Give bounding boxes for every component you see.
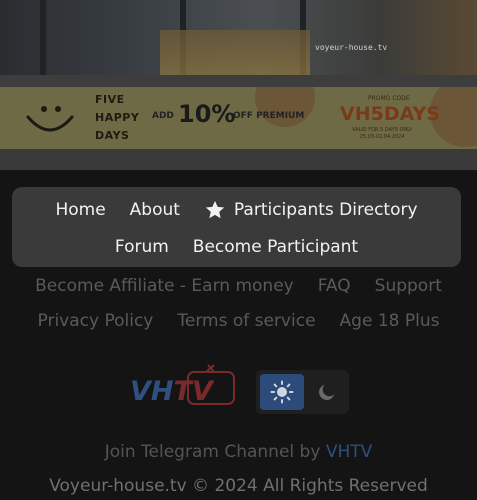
banner-promo-code: VH5DAYS bbox=[340, 103, 440, 125]
nav-participants-directory[interactable]: Participants Directory bbox=[204, 199, 418, 221]
banner-off: OFF PREMIUM bbox=[233, 111, 305, 121]
footer-age[interactable]: Age 18 Plus bbox=[340, 311, 440, 331]
nav-participants-directory-label: Participants Directory bbox=[233, 200, 418, 220]
nav-row: Home About Participants Directory bbox=[12, 199, 461, 221]
nav-become-participant[interactable]: Become Participant bbox=[193, 237, 358, 257]
banner-headline-line: DAYS bbox=[95, 129, 130, 142]
star-icon bbox=[205, 200, 225, 219]
nav-forum[interactable]: Forum bbox=[115, 237, 169, 257]
video-scene-floor bbox=[160, 30, 310, 75]
nav-home[interactable]: Home bbox=[55, 200, 105, 220]
nav-about[interactable]: About bbox=[130, 200, 180, 220]
smiley-icon bbox=[26, 106, 74, 132]
banner-validity-line: VALID FOR 5 DAYS ONLY bbox=[352, 127, 413, 133]
light-theme-button[interactable] bbox=[260, 374, 304, 410]
nav-row: Forum Become Participant bbox=[12, 237, 461, 257]
divider bbox=[0, 149, 477, 170]
vhtv-logo-text: VHTV bbox=[130, 376, 215, 407]
banner-headline-line: FIVE bbox=[95, 93, 125, 106]
footer-support[interactable]: Support bbox=[375, 276, 442, 296]
divider bbox=[0, 75, 477, 87]
tv-antenna-icon bbox=[205, 364, 215, 373]
footer-links: Become Affiliate - Earn money FAQ Suppor… bbox=[0, 276, 477, 296]
banner-percent: 10% bbox=[178, 100, 236, 128]
footer-faq[interactable]: FAQ bbox=[318, 276, 351, 296]
footer-terms[interactable]: Terms of service bbox=[177, 311, 315, 331]
video-frame[interactable]: voyeur-house.tv bbox=[0, 0, 477, 75]
moon-icon bbox=[318, 384, 334, 400]
banner-validity-line: 25.03-02.04.2024 bbox=[359, 134, 405, 140]
footer-links: Privacy Policy Terms of service Age 18 P… bbox=[0, 311, 477, 331]
video-watermark: voyeur-house.tv bbox=[315, 43, 388, 52]
promo-banner[interactable]: FIVE HAPPY DAYS ADD 10% OFF PREMIUM PROM… bbox=[0, 87, 477, 149]
theme-toggle bbox=[256, 370, 349, 414]
telegram-link[interactable]: VHTV bbox=[326, 442, 372, 462]
main-nav: Home About Participants Directory Forum … bbox=[12, 187, 461, 267]
copyright: Voyeur-house.tv © 2024 All Rights Reserv… bbox=[49, 476, 428, 496]
banner-promo-label: PROMO CODE bbox=[368, 95, 410, 102]
telegram-prefix: Join Telegram Channel by bbox=[104, 442, 326, 462]
banner-validity: VALID FOR 5 DAYS ONLY 25.03-02.04.2024 bbox=[352, 127, 412, 141]
banner-headline: FIVE HAPPY DAYS bbox=[95, 91, 139, 145]
sun-icon bbox=[270, 380, 294, 404]
footer-become-affiliate[interactable]: Become Affiliate - Earn money bbox=[35, 276, 294, 296]
dark-theme-button[interactable] bbox=[308, 374, 345, 410]
banner-decor-circle bbox=[255, 87, 315, 127]
footer-privacy-policy[interactable]: Privacy Policy bbox=[38, 311, 154, 331]
telegram-line: Join Telegram Channel by VHTV bbox=[0, 442, 477, 462]
video-scene-pole bbox=[40, 0, 46, 75]
vhtv-logo[interactable]: VHTV bbox=[128, 364, 238, 410]
banner-headline-line: HAPPY bbox=[95, 111, 140, 124]
banner-add: ADD bbox=[152, 111, 174, 121]
